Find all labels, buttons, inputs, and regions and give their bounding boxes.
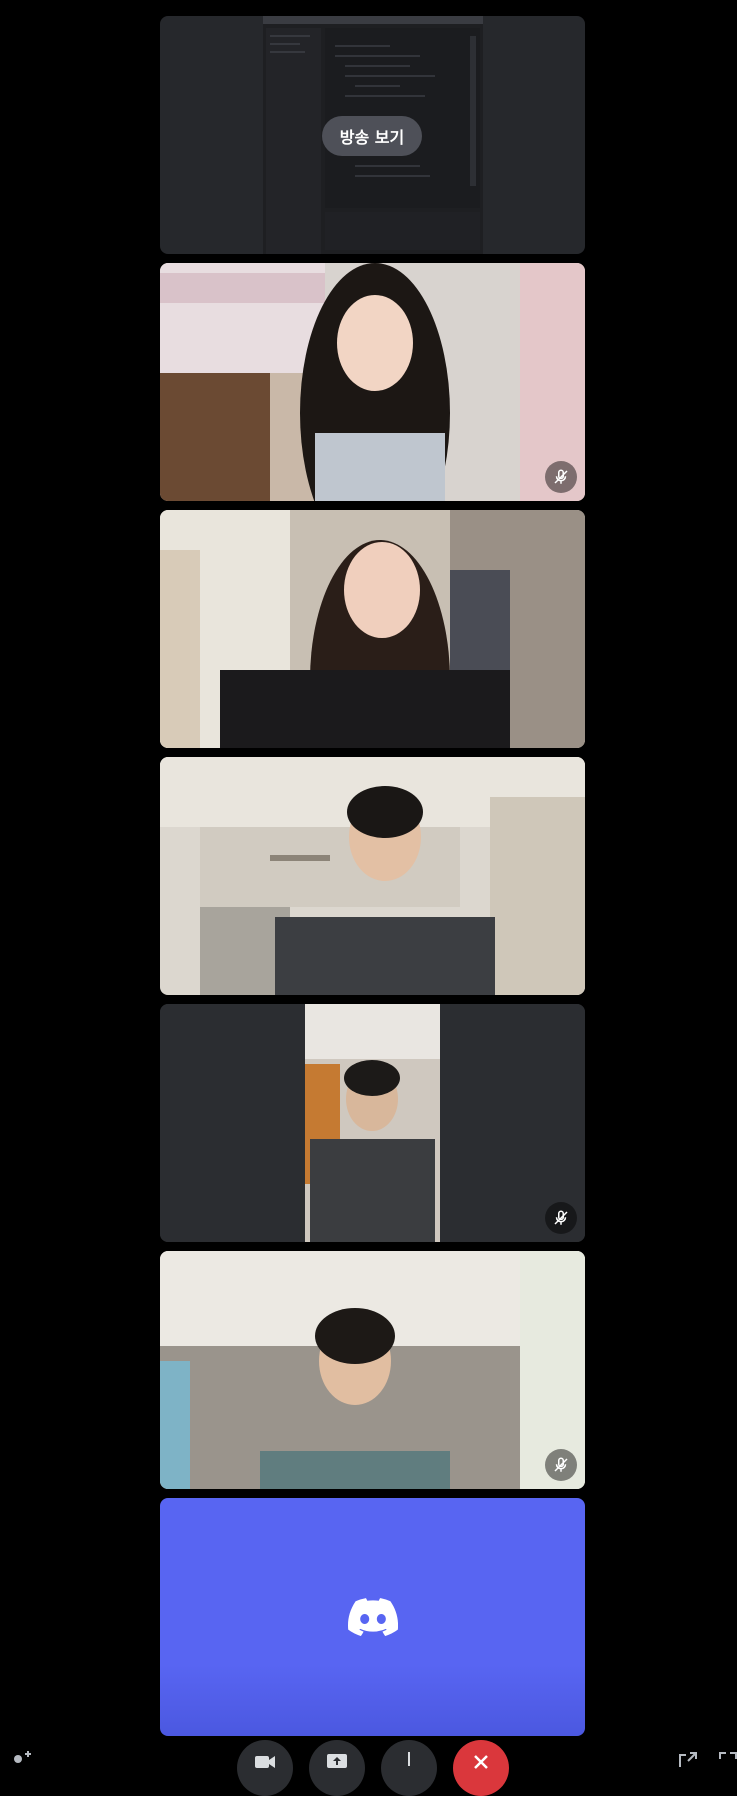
microphone-button[interactable]: [381, 1740, 437, 1796]
mic-off-icon: [545, 1202, 577, 1234]
add-user-icon[interactable]: [10, 1751, 32, 1771]
video-feed: [160, 510, 585, 748]
screen-share-button[interactable]: [309, 1740, 365, 1796]
participant-video-tile[interactable]: [160, 510, 585, 748]
fullscreen-button[interactable]: [718, 1751, 737, 1771]
mic-off-icon: [545, 1449, 577, 1481]
participant-video-tile[interactable]: [160, 757, 585, 995]
fullscreen-icon: [719, 1752, 737, 1759]
popout-icon: [679, 1752, 697, 1767]
popout-button[interactable]: [678, 1751, 698, 1771]
microphone-icon: [408, 1752, 410, 1766]
participant-video-tile[interactable]: [160, 1251, 585, 1489]
participant-video-tile[interactable]: [160, 1004, 585, 1242]
video-feed: [160, 1251, 585, 1489]
camera-icon: [255, 1756, 275, 1768]
screen-share-tile[interactable]: 방송 보기: [160, 16, 585, 254]
video-feed: [160, 757, 585, 995]
video-feed: [160, 1004, 585, 1242]
hang-up-icon: [474, 1755, 488, 1769]
participant-no-video-tile[interactable]: [160, 1498, 585, 1736]
video-feed: [160, 263, 585, 501]
discord-logo-icon: [348, 1598, 398, 1636]
watch-stream-button[interactable]: 방송 보기: [322, 116, 422, 156]
participant-video-tile[interactable]: [160, 263, 585, 501]
hang-up-button[interactable]: [453, 1740, 509, 1796]
camera-button[interactable]: [237, 1740, 293, 1796]
screen-share-icon: [327, 1754, 347, 1768]
mic-off-icon: [545, 461, 577, 493]
